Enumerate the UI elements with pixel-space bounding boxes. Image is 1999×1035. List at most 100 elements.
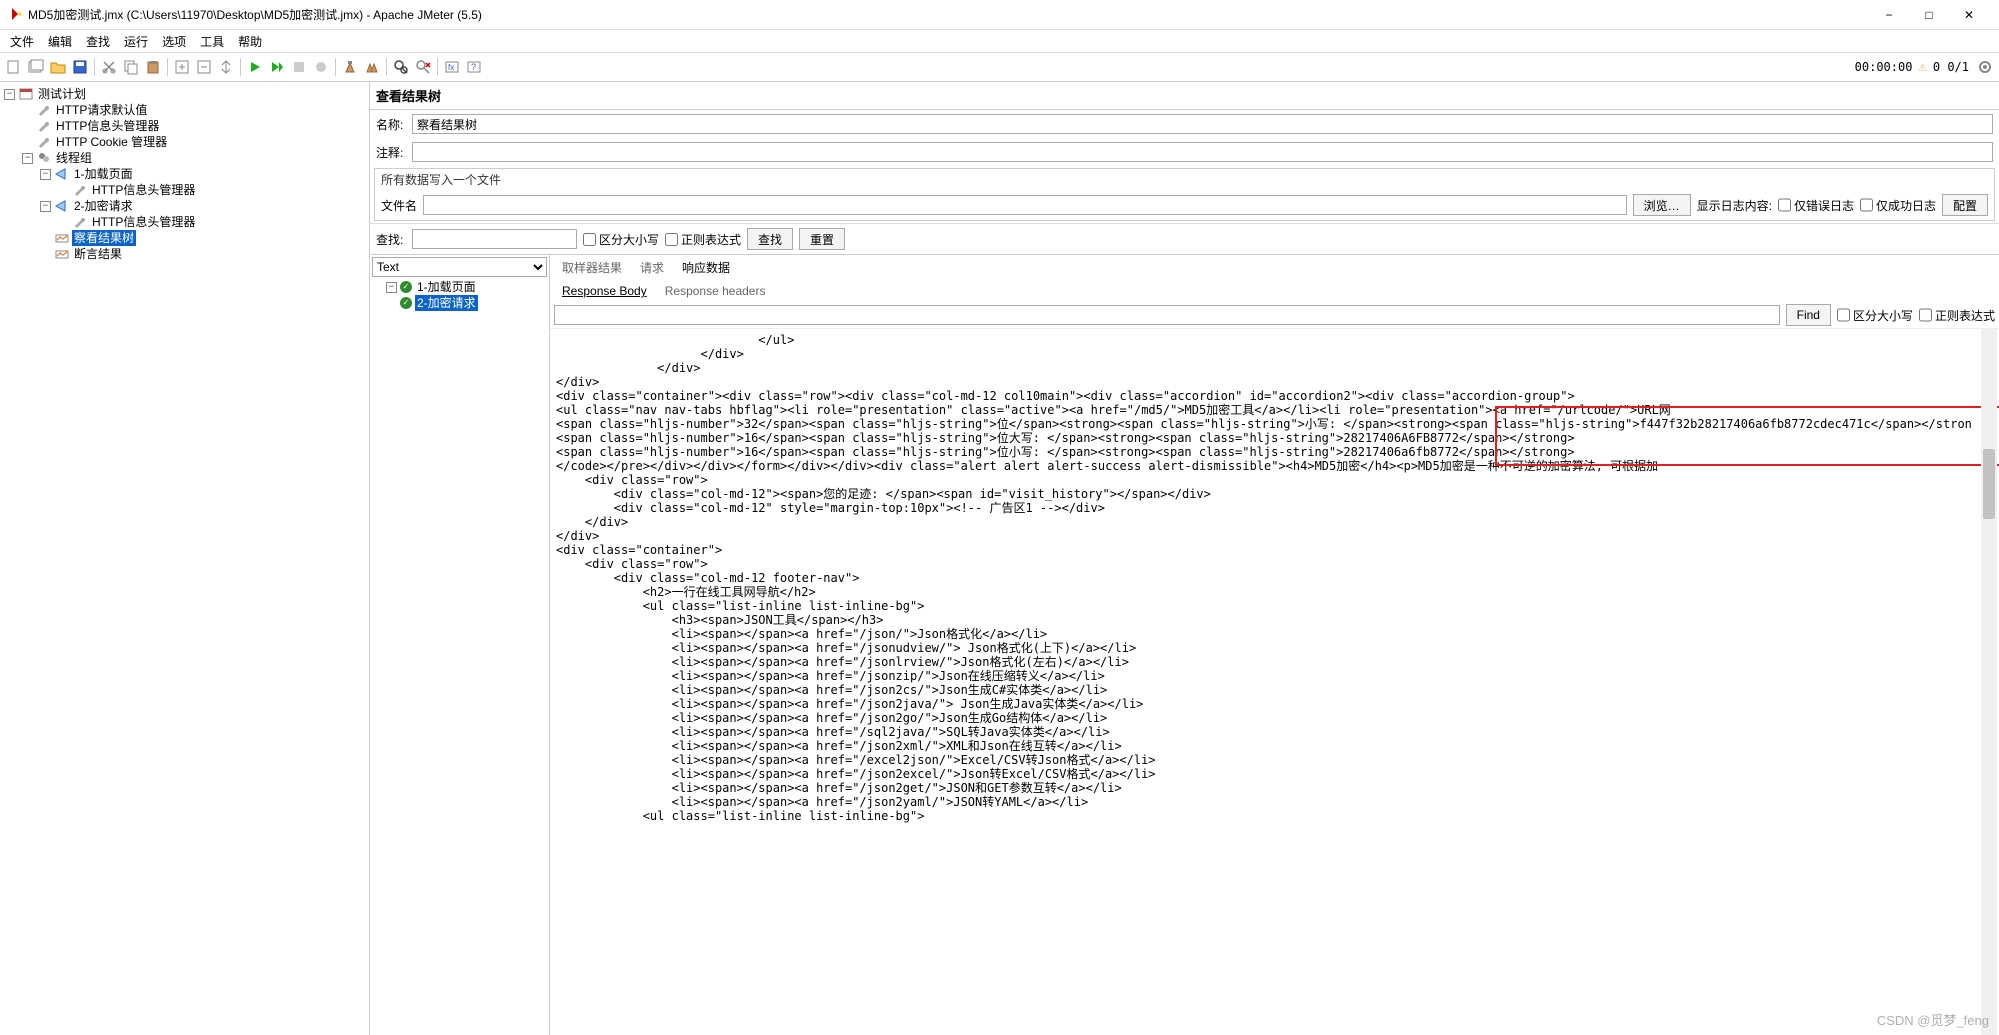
name-input[interactable]	[412, 114, 1993, 134]
name-label: 名称:	[376, 116, 406, 133]
test-plan-tree[interactable]: − 测试计划 HTTP请求默认值 HTTP信息头管理器 HTTP Cookie …	[0, 82, 370, 1035]
menu-options[interactable]: 选项	[156, 31, 192, 52]
copy-icon[interactable]	[121, 57, 141, 77]
only-success-log-checkbox[interactable]: 仅成功日志	[1860, 195, 1936, 215]
tree-req2[interactable]: 2-加密请求	[72, 198, 135, 214]
tree-testplan[interactable]: 测试计划	[36, 86, 88, 102]
wrench-icon	[72, 215, 88, 229]
toggle-icon[interactable]	[216, 57, 236, 77]
tree-toggle[interactable]: −	[386, 282, 397, 293]
result-tabs: 取样器结果 请求 响应数据	[550, 255, 1999, 280]
response-subtabs: Response Body Response headers	[550, 280, 1999, 302]
function-helper-icon[interactable]: fx	[442, 57, 462, 77]
menu-tools[interactable]: 工具	[194, 31, 230, 52]
minimize-button[interactable]: −	[1869, 1, 1909, 29]
svg-text:?: ?	[471, 62, 476, 72]
collapse-icon[interactable]	[194, 57, 214, 77]
tree-toggle[interactable]: −	[22, 153, 33, 164]
configure-button[interactable]: 配置	[1942, 194, 1988, 216]
menu-search[interactable]: 查找	[80, 31, 116, 52]
browse-button[interactable]: 浏览…	[1633, 194, 1691, 216]
gear-icon[interactable]	[1975, 57, 1995, 77]
sampler-icon	[54, 167, 70, 181]
testplan-icon	[18, 87, 34, 101]
tree-req1[interactable]: 1-加载页面	[72, 166, 135, 182]
tab-request[interactable]: 请求	[632, 257, 672, 278]
close-button[interactable]: ✕	[1949, 1, 1989, 29]
maximize-button[interactable]: □	[1909, 1, 1949, 29]
tree-http-header-mgr[interactable]: HTTP信息头管理器	[54, 118, 161, 134]
menu-edit[interactable]: 编辑	[42, 31, 78, 52]
tab-response-data[interactable]: 响应数据	[674, 257, 738, 278]
sampler-icon	[54, 199, 70, 213]
tree-thread-group[interactable]: 线程组	[54, 150, 94, 166]
only-error-log-checkbox[interactable]: 仅错误日志	[1778, 195, 1854, 215]
search-label: 查找:	[376, 231, 406, 248]
save-icon[interactable]	[70, 57, 90, 77]
comment-input[interactable]	[412, 142, 1993, 162]
response-body-text[interactable]: </ul> </div> </div> </div> <div class="c…	[550, 328, 1999, 1035]
warning-icon[interactable]: ⚠	[1918, 59, 1926, 75]
case-sensitive-checkbox[interactable]: 区分大小写	[583, 231, 659, 248]
tree-req1-header[interactable]: HTTP信息头管理器	[90, 182, 197, 198]
clear-all-icon[interactable]	[362, 57, 382, 77]
tree-req2-header[interactable]: HTTP信息头管理器	[90, 214, 197, 230]
tree-toggle[interactable]: −	[4, 89, 15, 100]
subtab-response-headers[interactable]: Response headers	[657, 282, 774, 300]
tree-search-input[interactable]	[412, 229, 577, 249]
reset-search-icon[interactable]	[413, 57, 433, 77]
separator	[240, 58, 241, 76]
tree-assert-results[interactable]: 断言结果	[72, 246, 124, 262]
separator	[386, 58, 387, 76]
filename-input[interactable]	[423, 195, 1627, 215]
toolbar: fx ? 00:00:00 ⚠ 0 0/1	[0, 52, 1999, 82]
file-box-header: 所有数据写入一个文件	[375, 169, 1994, 190]
menu-run[interactable]: 运行	[118, 31, 154, 52]
open-icon[interactable]	[48, 57, 68, 77]
results-tree[interactable]: Text −✓1-加载页面 ✓2-加密请求	[370, 255, 550, 1035]
scrollbar-thumb[interactable]	[1983, 449, 1995, 519]
tree-http-cookie-mgr[interactable]: HTTP Cookie 管理器	[54, 134, 169, 150]
success-icon: ✓	[400, 281, 412, 293]
filename-label: 文件名	[381, 197, 417, 214]
expand-icon[interactable]	[172, 57, 192, 77]
help-icon[interactable]: ?	[464, 57, 484, 77]
new-icon[interactable]	[4, 57, 24, 77]
scrollbar[interactable]	[1981, 329, 1997, 1035]
wrench-icon	[72, 183, 88, 197]
separator	[167, 58, 168, 76]
regex-checkbox[interactable]: 正则表达式	[665, 231, 741, 248]
response-case-checkbox[interactable]: 区分大小写	[1837, 305, 1913, 325]
response-find-button[interactable]: Find	[1786, 304, 1831, 326]
tree-toggle[interactable]: −	[40, 169, 51, 180]
response-find-input[interactable]	[554, 305, 1780, 325]
tab-sampler-result[interactable]: 取样器结果	[554, 257, 630, 278]
tree-toggle[interactable]: −	[40, 201, 51, 212]
shutdown-icon[interactable]	[311, 57, 331, 77]
wrench-icon	[36, 135, 52, 149]
templates-icon[interactable]	[26, 57, 46, 77]
search-icon[interactable]	[391, 57, 411, 77]
reset-button[interactable]: 重置	[799, 228, 845, 250]
cut-icon[interactable]	[99, 57, 119, 77]
result-item-1[interactable]: 1-加载页面	[415, 279, 478, 295]
timer-display: 00:00:00	[1855, 60, 1913, 74]
tree-http-defaults[interactable]: HTTP请求默认值	[54, 102, 149, 118]
menu-file[interactable]: 文件	[4, 31, 40, 52]
search-button[interactable]: 查找	[747, 228, 793, 250]
start-no-pause-icon[interactable]	[267, 57, 287, 77]
menu-help[interactable]: 帮助	[232, 31, 268, 52]
listener-icon	[54, 247, 70, 261]
result-item-2[interactable]: 2-加密请求	[415, 295, 478, 311]
stop-icon[interactable]	[289, 57, 309, 77]
paste-icon[interactable]	[143, 57, 163, 77]
tree-view-results-tree[interactable]: 察看结果树	[72, 230, 136, 246]
response-regex-checkbox[interactable]: 正则表达式	[1919, 305, 1995, 325]
render-selector[interactable]: Text	[372, 257, 547, 277]
clear-icon[interactable]	[340, 57, 360, 77]
wrench-icon	[36, 119, 52, 133]
panel-title: 查看结果树	[370, 82, 1999, 110]
start-icon[interactable]	[245, 57, 265, 77]
response-body-content[interactable]: </ul> </div> </div> </div> <div class="c…	[550, 329, 1999, 827]
subtab-response-body[interactable]: Response Body	[554, 282, 655, 300]
